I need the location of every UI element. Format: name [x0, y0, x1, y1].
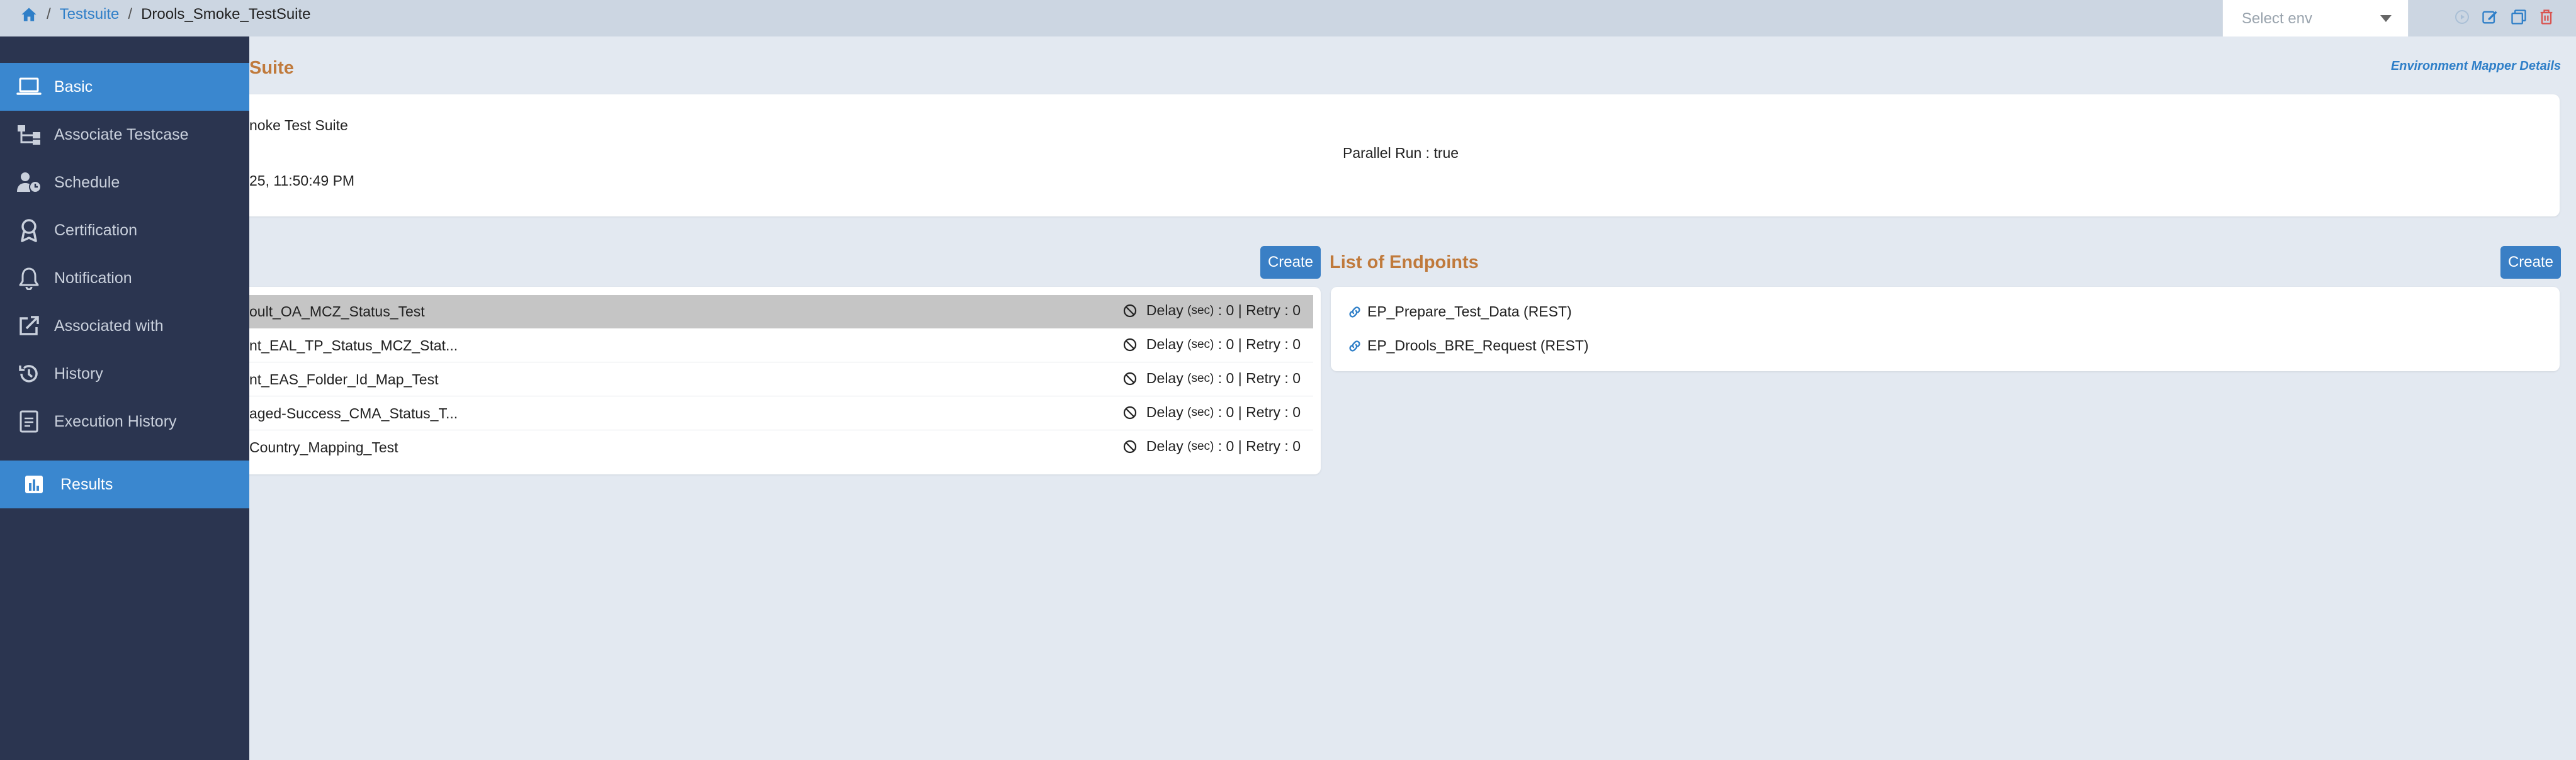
user-clock-icon: [16, 170, 42, 195]
delay-unit: (sec): [1187, 439, 1214, 453]
sidebar-item-execution-history[interactable]: Execution History: [0, 398, 249, 445]
laptop-icon: [16, 74, 42, 99]
retry-text: | Retry : 0: [1238, 302, 1301, 318]
testcase-meta: Delay (sec) : 0 | Retry : 0: [1122, 404, 1301, 421]
ban-icon: [1123, 440, 1137, 453]
delay-label: Delay: [1146, 302, 1183, 318]
delay-unit: (sec): [1187, 303, 1214, 317]
endpoint-item[interactable]: EP_Prepare_Test_Data (REST): [1347, 303, 1572, 320]
sidebar-item-certification[interactable]: Certification: [0, 206, 249, 254]
ban-icon: [1123, 406, 1137, 419]
trash-icon[interactable]: [2537, 8, 2556, 26]
suite-created-date: 25, 11:50:49 PM: [249, 172, 355, 189]
delay-label: Delay: [1146, 404, 1183, 420]
sidebar-item-associated-with[interactable]: Associated with: [0, 302, 249, 350]
delay-value: : 0: [1217, 438, 1234, 454]
breadcrumb-separator: /: [47, 6, 51, 23]
top-bar: / Testsuite / Drools_Smoke_TestSuite Sel…: [0, 0, 2576, 36]
testcase-name: nt_EAS_Folder_Id_Map_Test: [249, 371, 439, 388]
award-icon: [16, 218, 42, 243]
bar-chart-icon: [21, 472, 47, 497]
delay-value: : 0: [1217, 370, 1234, 386]
testcase-meta: Delay (sec) : 0 | Retry : 0: [1122, 302, 1301, 319]
sidebar-item-associate-testcase[interactable]: Associate Testcase: [0, 111, 249, 159]
sidebar-item-results[interactable]: Results: [0, 461, 249, 508]
external-link-icon: [16, 313, 42, 338]
delay-label: Delay: [1146, 336, 1183, 352]
link-icon: [1349, 340, 1360, 352]
history-icon: [16, 361, 42, 386]
delay-value: : 0: [1217, 302, 1234, 318]
testcase-name: oult_OA_MCZ_Status_Test: [249, 303, 425, 320]
retry-text: | Retry : 0: [1238, 404, 1301, 420]
endpoint-label: EP_Drools_BRE_Request (REST): [1367, 337, 1589, 354]
endpoints-title: List of Endpoints: [1330, 252, 1479, 272]
parallel-run: Parallel Run : true: [1343, 145, 1459, 161]
ban-icon: [1123, 338, 1137, 351]
sidebar-item-label: Results: [60, 475, 113, 493]
breadcrumb-separator: /: [128, 6, 133, 23]
sidebar-item-label: Associate Testcase: [54, 125, 189, 143]
testcase-name: aged-Success_CMA_Status_T...: [249, 405, 458, 422]
testcase-name: nt_EAL_TP_Status_MCZ_Stat...: [249, 337, 458, 354]
retry-text: | Retry : 0: [1238, 336, 1301, 352]
create-testcase-button[interactable]: Create: [1260, 246, 1321, 279]
play-icon[interactable]: [2453, 8, 2471, 26]
testcase-row[interactable]: nt_EAL_TP_Status_MCZ_Stat... Delay (sec)…: [249, 329, 1313, 362]
testcase-row[interactable]: Country_Mapping_Test Delay (sec) : 0 | R…: [249, 431, 1313, 464]
chevron-down-icon: [2380, 15, 2392, 22]
link-icon: [1349, 306, 1360, 318]
testcase-row[interactable]: nt_EAS_Folder_Id_Map_Test Delay (sec) : …: [249, 363, 1313, 396]
retry-text: | Retry : 0: [1238, 370, 1301, 386]
breadcrumb: / Testsuite / Drools_Smoke_TestSuite: [20, 5, 311, 24]
sidebar-item-history[interactable]: History: [0, 350, 249, 398]
delay-value: : 0: [1217, 404, 1234, 420]
delay-label: Delay: [1146, 370, 1183, 386]
sidebar-item-label: Schedule: [54, 173, 120, 191]
create-endpoint-button[interactable]: Create: [2500, 246, 2561, 279]
sidebar-item-label: History: [54, 364, 103, 383]
sidebar-item-label: Notification: [54, 269, 132, 287]
delay-label: Delay: [1146, 438, 1183, 454]
ban-icon: [1123, 372, 1137, 385]
bell-icon: [16, 265, 42, 291]
testcase-meta: Delay (sec) : 0 | Retry : 0: [1122, 336, 1301, 353]
endpoint-item[interactable]: EP_Drools_BRE_Request (REST): [1347, 337, 1589, 354]
copy-icon[interactable]: [2509, 8, 2528, 26]
sidebar-item-basic[interactable]: Basic: [0, 63, 249, 111]
endpoint-label: EP_Prepare_Test_Data (REST): [1367, 303, 1572, 320]
sidebar-item-label: Execution History: [54, 412, 177, 430]
sidebar-item-notification[interactable]: Notification: [0, 254, 249, 302]
edit-icon[interactable]: [2480, 8, 2499, 26]
sidebar-item-schedule[interactable]: Schedule: [0, 159, 249, 206]
testcase-name: Country_Mapping_Test: [249, 439, 398, 455]
environment-mapper-link[interactable]: Environment Mapper Details: [2391, 59, 2561, 74]
sidebar-item-label: Certification: [54, 221, 137, 239]
env-select[interactable]: Select env: [2222, 0, 2409, 36]
sidebar: Basic Associate Testcase Schedule Certif…: [0, 36, 249, 760]
env-select-placeholder: Select env: [2242, 10, 2313, 27]
retry-text: | Retry : 0: [1238, 438, 1301, 454]
home-icon[interactable]: [20, 6, 38, 23]
suite-section-title: Suite: [249, 58, 294, 78]
breadcrumb-testsuite-link[interactable]: Testsuite: [60, 6, 120, 23]
testcase-meta: Delay (sec) : 0 | Retry : 0: [1122, 370, 1301, 387]
testcase-row[interactable]: oult_OA_MCZ_Status_Test Delay (sec) : 0 …: [249, 295, 1313, 328]
sidebar-item-label: Associated with: [54, 316, 164, 335]
testcase-row[interactable]: aged-Success_CMA_Status_T... Delay (sec)…: [249, 397, 1313, 430]
sidebar-item-label: Basic: [54, 77, 93, 96]
testcase-meta: Delay (sec) : 0 | Retry : 0: [1122, 438, 1301, 455]
document-icon: [16, 409, 42, 434]
breadcrumb-current: Drools_Smoke_TestSuite: [141, 6, 311, 23]
delay-unit: (sec): [1187, 405, 1214, 419]
delay-value: : 0: [1217, 336, 1234, 352]
ban-icon: [1123, 304, 1137, 317]
endpoint-list-card: [1331, 287, 2560, 371]
delay-unit: (sec): [1187, 337, 1214, 351]
delay-unit: (sec): [1187, 371, 1214, 385]
hierarchy-icon: [16, 122, 42, 147]
suite-name: noke Test Suite: [249, 117, 348, 133]
